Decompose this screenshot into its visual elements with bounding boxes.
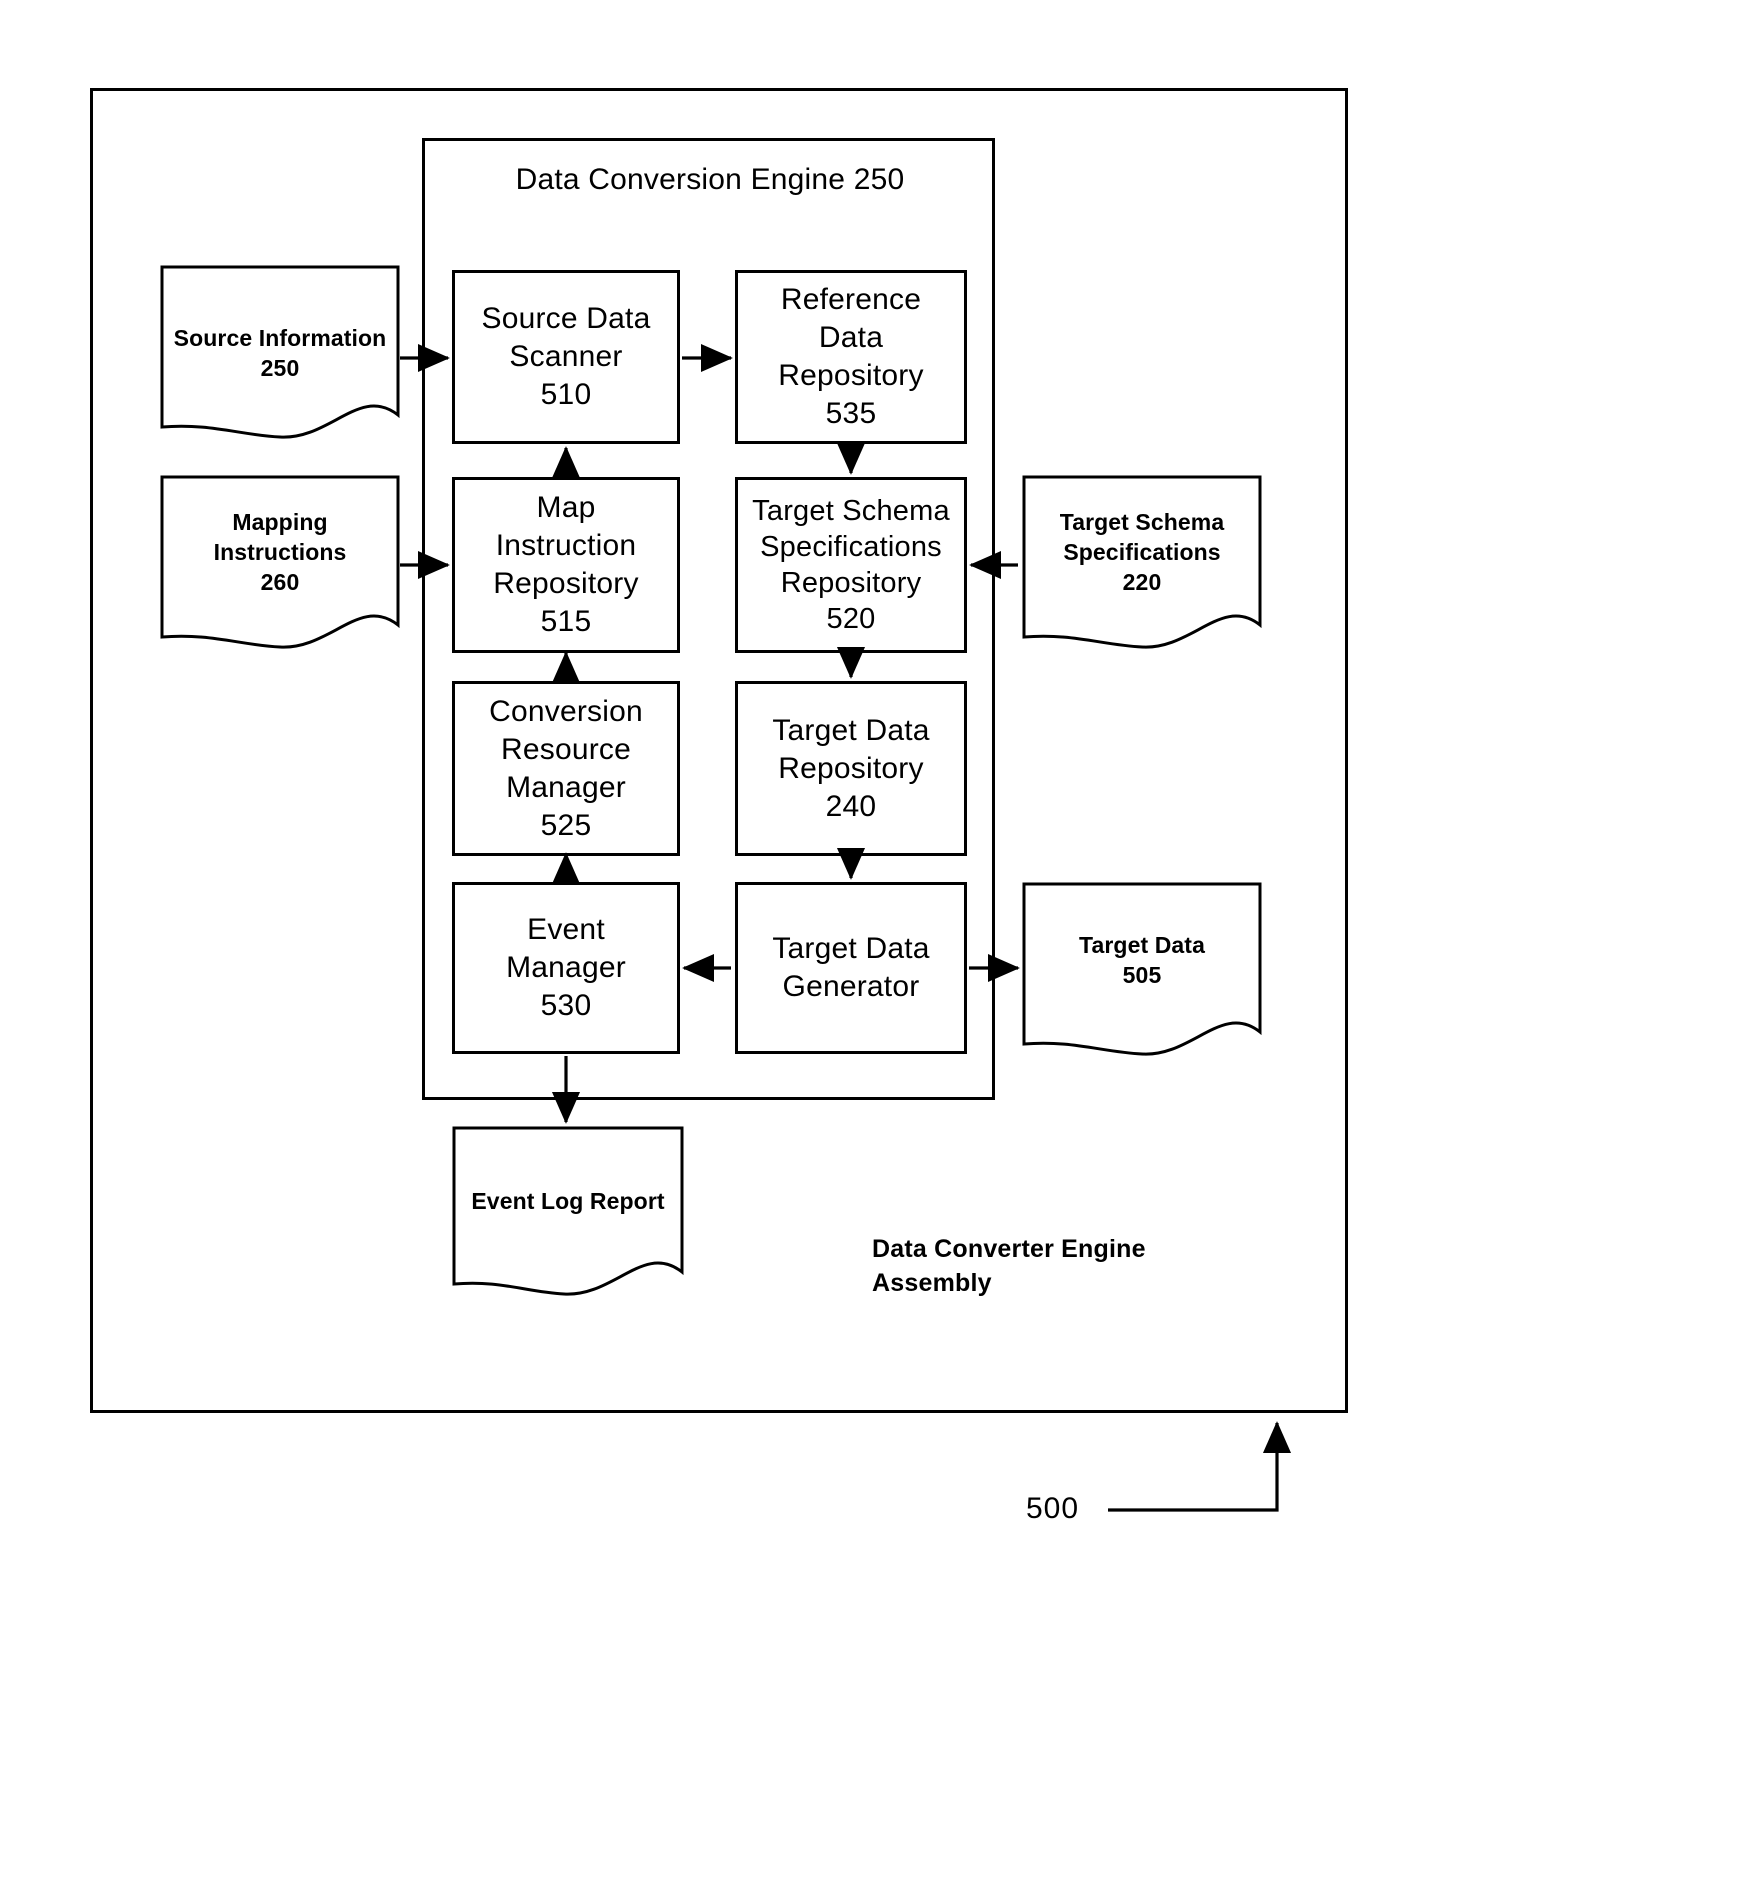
target-data-label: Target Data 505 bbox=[1079, 932, 1205, 988]
target-schema-specifications-label: Target Schema Specifications 220 bbox=[1059, 509, 1225, 595]
figure-reference-number: 500 bbox=[1026, 1492, 1080, 1525]
document-mapping-instructions: Mapping Instructions 260 bbox=[160, 475, 400, 660]
document-target-data: Target Data 505 bbox=[1022, 882, 1262, 1067]
box-target-data-repository: Target Data Repository 240 bbox=[735, 681, 967, 856]
document-source-information: Source Information 250 bbox=[160, 265, 400, 450]
box-target-schema-specifications-repository: Target Schema Specifications Repository … bbox=[735, 477, 967, 653]
source-information-label: Source Information 250 bbox=[173, 325, 387, 381]
event-log-report-shape bbox=[452, 1126, 684, 1296]
document-event-log-report: Event Log Report bbox=[452, 1126, 684, 1306]
box-event-manager: Event Manager 530 bbox=[452, 882, 680, 1054]
box-source-data-scanner: Source Data Scanner 510 bbox=[452, 270, 680, 444]
figure-canvas: Data Conversion Engine 250 Source Inform… bbox=[0, 0, 1742, 1885]
box-target-data-generator: Target Data Generator bbox=[735, 882, 967, 1054]
leader-line-500 bbox=[1108, 1421, 1292, 1512]
assembly-caption: Data Converter Engine Assembly bbox=[872, 1235, 1146, 1297]
box-reference-data-repository: Reference Data Repository 535 bbox=[735, 270, 967, 444]
data-conversion-engine-title: Data Conversion Engine 250 bbox=[515, 163, 905, 196]
box-map-instruction-repository: Map Instruction Repository 515 bbox=[452, 477, 680, 653]
box-conversion-resource-manager: Conversion Resource Manager 525 bbox=[452, 681, 680, 856]
event-log-report-label: Event Log Report bbox=[471, 1188, 665, 1214]
document-target-schema-specifications: Target Schema Specifications 220 bbox=[1022, 475, 1262, 660]
mapping-instructions-label: Mapping Instructions 260 bbox=[213, 509, 347, 595]
